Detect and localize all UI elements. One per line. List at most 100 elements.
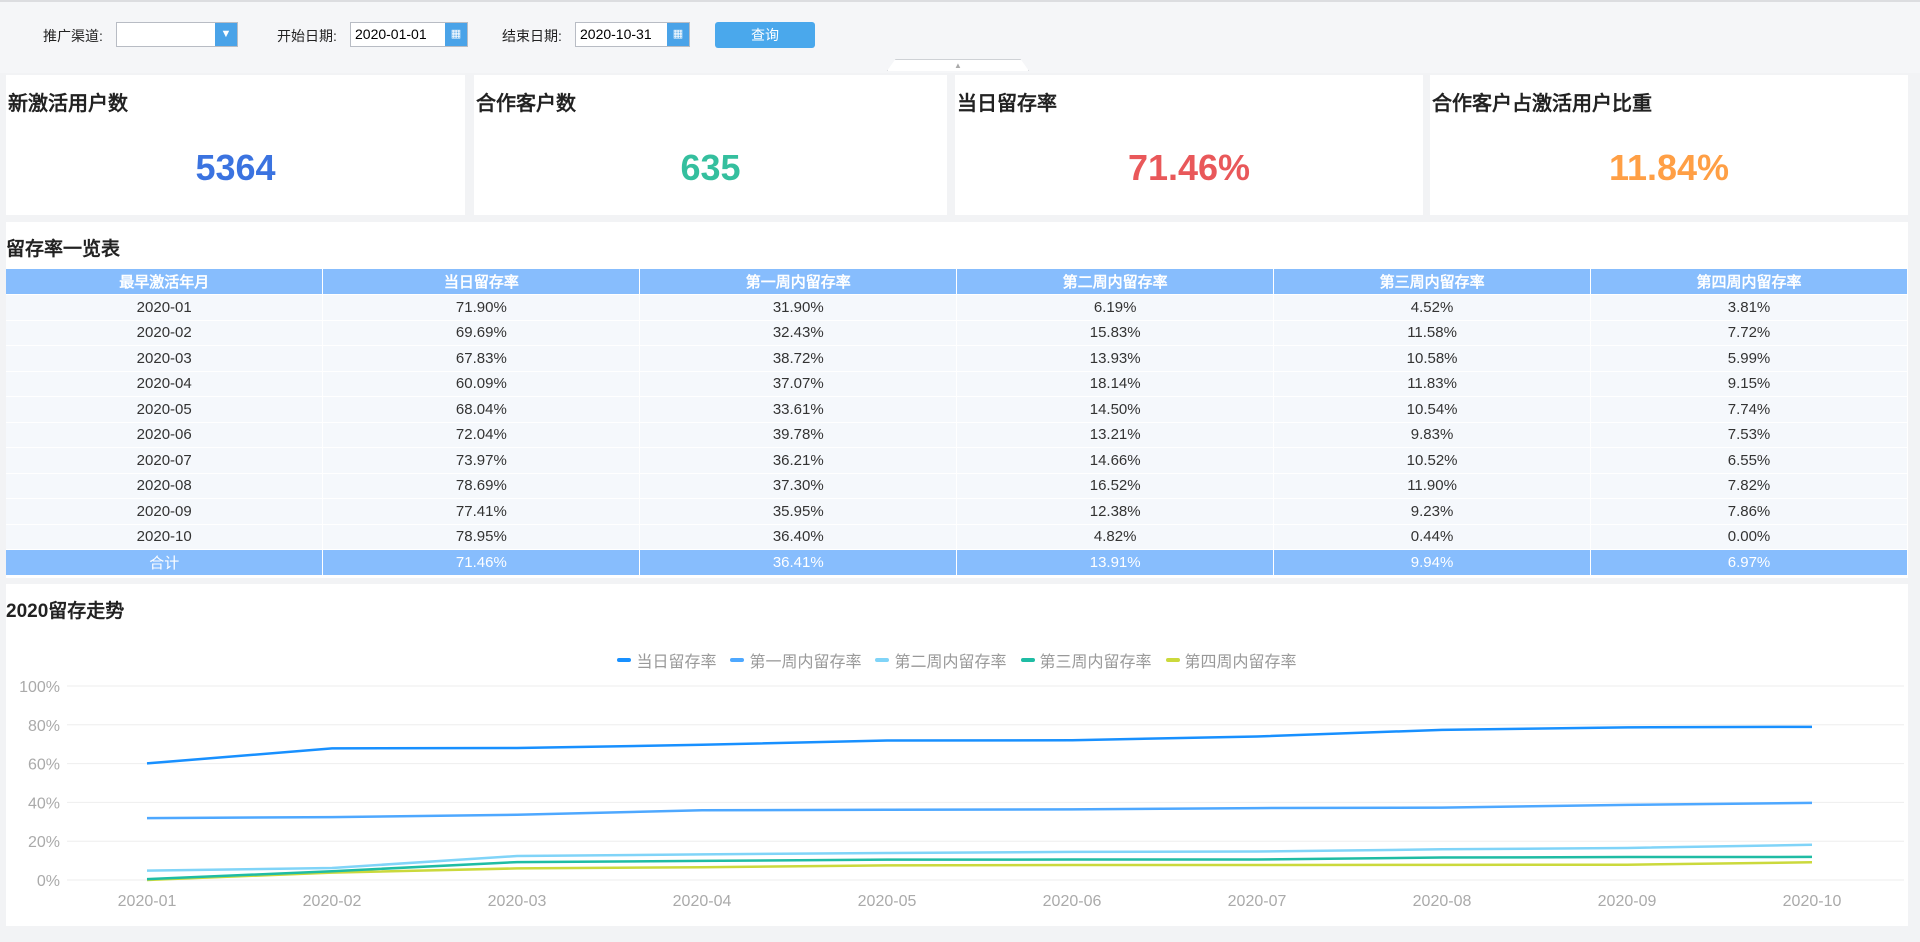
table-cell: 2020-09 bbox=[6, 498, 324, 525]
table-cell: 13.21% bbox=[956, 422, 1275, 448]
table-cell: 9.15% bbox=[1590, 371, 1908, 397]
table-row: 2020-06 72.04% 39.78% 13.21% 9.83% 7.53% bbox=[6, 422, 1908, 448]
table-cell: 4.52% bbox=[1273, 294, 1592, 321]
card-title: 合作客户占激活用户比重 bbox=[1432, 93, 1652, 115]
table-cell: 11.58% bbox=[1273, 320, 1592, 346]
calendar-icon[interactable]: ▦ bbox=[445, 23, 467, 46]
table-cell: 69.69% bbox=[322, 320, 641, 346]
filter-bar: 推广渠道: ▼ 开始日期: 2020-01-01 ▦ 结束日期: 2020-10-… bbox=[0, 0, 1920, 73]
table-cell: 68.04% bbox=[322, 396, 641, 423]
y-tick-label: 100% bbox=[19, 679, 60, 696]
table-cell: 7.72% bbox=[1590, 320, 1908, 346]
end-date-input[interactable]: 2020-10-31 ▦ bbox=[575, 22, 690, 47]
end-date-label: 结束日期: bbox=[502, 28, 562, 44]
table-cell: 33.61% bbox=[639, 396, 958, 423]
table-cell: 14.50% bbox=[956, 396, 1275, 423]
start-date-label: 开始日期: bbox=[277, 28, 337, 44]
series-line bbox=[146, 801, 1813, 820]
card-title: 新激活用户数 bbox=[8, 93, 128, 115]
start-date-value: 2020-01-01 bbox=[355, 26, 427, 42]
kpi-card-day-retention: 当日留存率 71.46% bbox=[955, 75, 1423, 215]
card-value: 635 bbox=[680, 147, 741, 188]
table-cell: 36.40% bbox=[639, 524, 958, 550]
chevron-down-icon[interactable]: ▼ bbox=[215, 23, 237, 46]
table-cell: 7.74% bbox=[1590, 396, 1908, 423]
table-cell: 37.07% bbox=[639, 371, 958, 397]
total-cell: 13.91% bbox=[956, 549, 1275, 576]
table-cell: 71.90% bbox=[322, 294, 641, 321]
y-tick-label: 20% bbox=[28, 834, 60, 851]
column-header[interactable]: 第三周内留存率 bbox=[1273, 269, 1592, 295]
column-header[interactable]: 最早激活年月 bbox=[6, 269, 324, 295]
y-tick-label: 80% bbox=[28, 718, 60, 735]
table-header-row: 最早激活年月 当日留存率 第一周内留存率 第二周内留存率 第三周内留存率 第四周内留存率 bbox=[6, 269, 1908, 295]
x-tick-label: 2020-02 bbox=[303, 893, 362, 910]
table-cell: 2020-08 bbox=[6, 473, 324, 499]
table-cell: 4.82% bbox=[956, 524, 1275, 550]
card-title: 当日留存率 bbox=[957, 93, 1057, 115]
table-row: 2020-01 71.90% 31.90% 6.19% 4.52% 3.81% bbox=[6, 294, 1908, 321]
table-cell: 73.97% bbox=[322, 447, 641, 474]
table-cell: 78.69% bbox=[322, 473, 641, 499]
table-cell: 2020-04 bbox=[6, 371, 324, 397]
channel-label: 推广渠道: bbox=[43, 28, 103, 44]
column-header[interactable]: 当日留存率 bbox=[322, 269, 641, 295]
table-cell: 32.43% bbox=[639, 320, 958, 346]
card-title: 合作客户数 bbox=[476, 93, 576, 115]
table-row: 2020-03 67.83% 38.72% 13.93% 10.58% 5.99% bbox=[6, 345, 1908, 372]
column-header[interactable]: 第二周内留存率 bbox=[956, 269, 1275, 295]
table-cell: 2020-10 bbox=[6, 524, 324, 550]
table-cell: 2020-06 bbox=[6, 422, 324, 448]
table-cell: 7.53% bbox=[1590, 422, 1908, 448]
table-cell: 2020-07 bbox=[6, 447, 324, 474]
table-row: 2020-02 69.69% 32.43% 15.83% 11.58% 7.72% bbox=[6, 320, 1908, 346]
card-value: 11.84% bbox=[1608, 147, 1730, 188]
retention-table: 最早激活年月 当日留存率 第一周内留存率 第二周内留存率 第三周内留存率 第四周内留存率 2… bbox=[6, 269, 1908, 576]
table-title: 留存率一览表 bbox=[6, 239, 121, 260]
table-cell: 9.23% bbox=[1273, 498, 1592, 525]
chart-panel: 2020留存走势 当日留存率 第一周内留存率 第二周内留存率 第三周内留存率 第四周内留… bbox=[6, 584, 1908, 926]
table-cell: 38.72% bbox=[639, 345, 958, 372]
table-cell: 31.90% bbox=[639, 294, 958, 321]
table-cell: 10.58% bbox=[1273, 345, 1592, 372]
y-tick-label: 0% bbox=[37, 873, 60, 890]
calendar-icon[interactable]: ▦ bbox=[667, 23, 689, 46]
total-cell: 71.46% bbox=[322, 549, 641, 576]
table-cell: 11.83% bbox=[1273, 371, 1592, 397]
total-cell: 6.97% bbox=[1590, 549, 1908, 576]
channel-select[interactable]: ▼ bbox=[116, 22, 238, 47]
table-cell: 7.86% bbox=[1590, 498, 1908, 525]
end-date-value: 2020-10-31 bbox=[580, 26, 652, 42]
table-total-row: 合计 71.46% 36.41% 13.91% 9.94% 6.97% bbox=[6, 549, 1908, 576]
table-cell: 3.81% bbox=[1590, 294, 1908, 321]
kpi-card-partners: 合作客户数 635 bbox=[474, 75, 947, 215]
x-tick-label: 2020-10 bbox=[1783, 893, 1842, 910]
column-header[interactable]: 第一周内留存率 bbox=[639, 269, 958, 295]
table-cell: 16.52% bbox=[956, 473, 1275, 499]
table-cell: 77.41% bbox=[322, 498, 641, 525]
card-value: 71.46% bbox=[1127, 147, 1251, 188]
table-cell: 72.04% bbox=[322, 422, 641, 448]
table-cell: 37.30% bbox=[639, 473, 958, 499]
y-tick-label: 60% bbox=[28, 757, 60, 774]
kpi-card-new-users: 新激活用户数 5364 bbox=[6, 75, 465, 215]
table-cell: 12.38% bbox=[956, 498, 1275, 525]
column-header[interactable]: 第四周内留存率 bbox=[1590, 269, 1908, 295]
series-line bbox=[146, 855, 1813, 881]
card-value: 5364 bbox=[195, 147, 276, 188]
table-cell: 67.83% bbox=[322, 345, 641, 372]
x-tick-label: 2020-08 bbox=[1413, 893, 1472, 910]
table-cell: 78.95% bbox=[322, 524, 641, 550]
series-line bbox=[146, 725, 1813, 765]
total-cell: 合计 bbox=[6, 549, 324, 576]
collapse-toggle-icon[interactable]: ▲ bbox=[887, 59, 1029, 71]
query-button[interactable]: 查询 bbox=[715, 22, 815, 48]
table-row: 2020-09 77.41% 35.95% 12.38% 9.23% 7.86% bbox=[6, 498, 1908, 525]
start-date-input[interactable]: 2020-01-01 ▦ bbox=[350, 22, 468, 47]
table-cell: 2020-02 bbox=[6, 320, 324, 346]
x-tick-label: 2020-09 bbox=[1598, 893, 1657, 910]
table-cell: 15.83% bbox=[956, 320, 1275, 346]
x-tick-label: 2020-05 bbox=[858, 893, 917, 910]
table-cell: 2020-05 bbox=[6, 396, 324, 423]
table-row: 2020-10 78.95% 36.40% 4.82% 0.44% 0.00% bbox=[6, 524, 1908, 550]
